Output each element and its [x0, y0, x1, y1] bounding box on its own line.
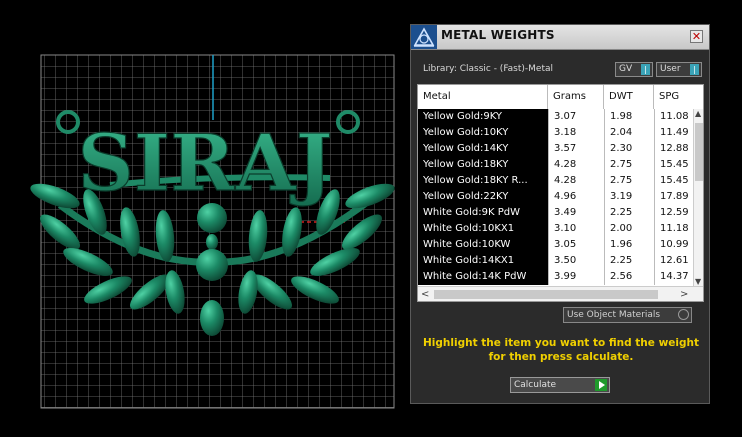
panel-header[interactable]: METAL WEIGHTS ✕	[411, 25, 709, 50]
scroll-up-icon[interactable]: ▲	[695, 109, 701, 118]
dwt-cell: 2.30	[604, 141, 654, 157]
table-body: Yellow Gold:9KY 3.07 1.98 11.08 Yellow Gold:…	[418, 109, 703, 285]
column-header-grams[interactable]: Grams	[548, 85, 604, 109]
column-header-metal[interactable]: Metal	[418, 85, 548, 109]
use-object-materials-toggle[interactable]: Use Object Materials	[563, 307, 692, 323]
vertical-scroll-thumb[interactable]	[695, 123, 703, 181]
metal-cell: Yellow Gold:22KY	[418, 189, 548, 205]
user-toggle[interactable]: User |	[656, 62, 702, 77]
grams-cell: 3.49	[548, 205, 604, 221]
table-row[interactable]: Yellow Gold:10KY 3.18 2.04 11.49	[418, 125, 703, 141]
dwt-cell: 2.25	[604, 253, 654, 269]
grams-cell: 3.18	[548, 125, 604, 141]
table-row[interactable]: White Gold:14K PdW 3.99 2.56 14.37	[418, 269, 703, 285]
model-text: SIRAJ	[77, 118, 332, 209]
table-row[interactable]: White Gold:10KX1 3.10 2.00 11.18	[418, 221, 703, 237]
calculate-button[interactable]: Calculate	[510, 377, 610, 393]
table-row[interactable]: Yellow Gold:9KY 3.07 1.98 11.08	[418, 109, 703, 125]
scroll-down-icon[interactable]: ▼	[695, 277, 701, 286]
metal-cell: White Gold:10KW	[418, 237, 548, 253]
metal-cell: White Gold:14K PdW	[418, 269, 548, 285]
grams-cell: 4.28	[548, 157, 604, 173]
column-header-dwt[interactable]: DWT	[604, 85, 654, 109]
gv-toggle-label: GV	[619, 64, 633, 74]
metal-cell: Yellow Gold:18KY	[418, 157, 548, 173]
dwt-cell: 2.04	[604, 125, 654, 141]
table-row[interactable]: Yellow Gold:14KY 3.57 2.30 12.88	[418, 141, 703, 157]
scroll-right-icon[interactable]: >	[680, 289, 688, 300]
use-object-materials-label: Use Object Materials	[567, 310, 661, 320]
toggle-indicator-icon: |	[690, 64, 699, 75]
toggle-indicator-icon: |	[641, 64, 650, 75]
calculate-button-label: Calculate	[514, 380, 557, 390]
dwt-cell: 1.96	[604, 237, 654, 253]
library-label: Library: Classic - (Fast)-Metal	[423, 64, 554, 74]
dwt-cell: 2.25	[604, 205, 654, 221]
metal-table[interactable]: Metal Grams DWT SPG Yellow Gold:9KY 3.07 1…	[417, 84, 704, 302]
metal-cell: White Gold:9K PdW	[418, 205, 548, 221]
metal-cell: Yellow Gold:14KY	[418, 141, 548, 157]
dwt-cell: 2.75	[604, 157, 654, 173]
grams-cell: 3.07	[548, 109, 604, 125]
table-row[interactable]: White Gold:14KX1 3.50 2.25 12.61	[418, 253, 703, 269]
grams-cell: 3.99	[548, 269, 604, 285]
metal-cell: White Gold:14KX1	[418, 253, 548, 269]
grams-cell: 3.10	[548, 221, 604, 237]
metal-weights-panel: METAL WEIGHTS ✕ Library: Classic - (Fast…	[410, 24, 710, 404]
table-header: Metal Grams DWT SPG	[418, 85, 703, 110]
grams-cell: 3.57	[548, 141, 604, 157]
model-view[interactable]: SIRAJ	[0, 0, 405, 437]
metal-cell: Yellow Gold:18KY R...	[418, 173, 548, 189]
horizontal-scroll-thumb[interactable]	[434, 290, 658, 299]
viewport[interactable]: SIRAJ	[0, 0, 405, 437]
dwt-cell: 2.75	[604, 173, 654, 189]
grams-cell: 3.05	[548, 237, 604, 253]
metal-cell: White Gold:10KX1	[418, 221, 548, 237]
table-row[interactable]: White Gold:9K PdW 3.49 2.25 12.59	[418, 205, 703, 221]
table-row[interactable]: Yellow Gold:22KY 4.96 3.19 17.89	[418, 189, 703, 205]
app-logo-icon	[411, 25, 437, 49]
horizontal-scrollbar[interactable]: < >	[418, 286, 703, 301]
dwt-cell: 3.19	[604, 189, 654, 205]
vertical-scrollbar[interactable]: ▲ ▼	[693, 109, 703, 286]
close-button[interactable]: ✕	[690, 30, 703, 43]
radio-knob-icon	[678, 309, 689, 320]
dwt-cell: 2.56	[604, 269, 654, 285]
table-row[interactable]: Yellow Gold:18KY R... 4.28 2.75 15.45	[418, 173, 703, 189]
metal-cell: Yellow Gold:10KY	[418, 125, 548, 141]
grams-cell: 3.50	[548, 253, 604, 269]
user-toggle-label: User	[660, 64, 681, 74]
panel-title: METAL WEIGHTS	[441, 28, 555, 42]
table-row[interactable]: Yellow Gold:18KY 4.28 2.75 15.45	[418, 157, 703, 173]
instruction-text: Highlight the item you want to find the …	[423, 337, 699, 363]
column-header-spg[interactable]: SPG	[654, 85, 703, 109]
dwt-cell: 2.00	[604, 221, 654, 237]
metal-cell: Yellow Gold:9KY	[418, 109, 548, 125]
table-row[interactable]: White Gold:10KW 3.05 1.96 10.99	[418, 237, 703, 253]
scroll-left-icon[interactable]: <	[421, 289, 429, 300]
grams-cell: 4.28	[548, 173, 604, 189]
dwt-cell: 1.98	[604, 109, 654, 125]
play-icon	[595, 379, 607, 391]
grams-cell: 4.96	[548, 189, 604, 205]
gv-toggle[interactable]: GV |	[615, 62, 653, 77]
